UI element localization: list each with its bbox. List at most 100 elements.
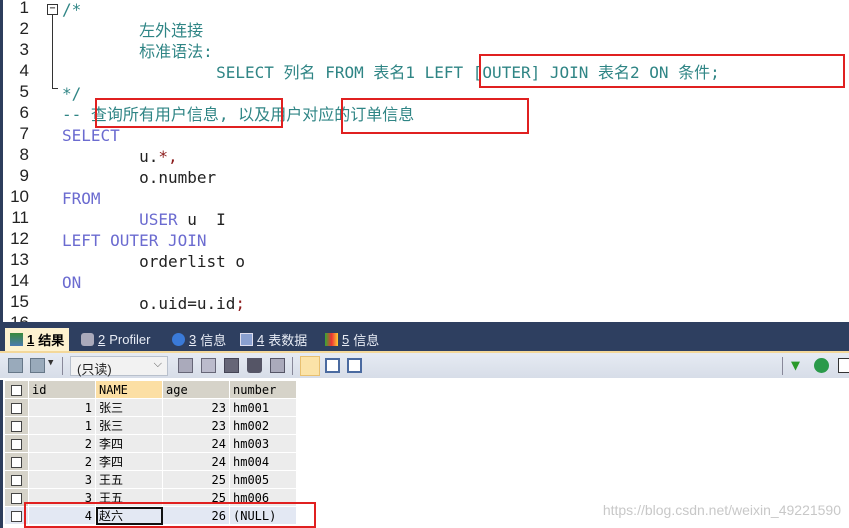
fold-line-end xyxy=(52,88,58,89)
cell-id[interactable]: 1 xyxy=(28,416,96,435)
column-header[interactable]: NAME xyxy=(95,380,163,399)
highlight-box-all-users xyxy=(95,98,283,128)
tab-number: 1 xyxy=(27,332,35,347)
cell-name[interactable]: 李四 xyxy=(95,452,163,471)
highlight-box-orders xyxy=(341,98,529,134)
divider xyxy=(62,357,63,375)
code-line-15: o.uid=u.id; xyxy=(62,293,245,314)
code-text: ; xyxy=(235,294,246,313)
tab-info-2[interactable]: 5 信息 xyxy=(320,328,384,351)
watermark: https://blog.csdn.net/weixin_49221590 xyxy=(602,502,841,518)
code-text: u I xyxy=(177,210,226,229)
divider xyxy=(292,357,293,375)
checkbox-icon[interactable] xyxy=(838,358,849,373)
grid-view-icon[interactable] xyxy=(300,356,320,376)
tab-label: Profiler xyxy=(109,332,151,347)
cell-number[interactable]: hm004 xyxy=(229,452,297,471)
fold-line xyxy=(52,14,53,88)
cell-number[interactable]: hm002 xyxy=(229,416,297,435)
column-header[interactable]: number xyxy=(229,380,297,399)
table-row[interactable]: 1 张三 23 hm001 xyxy=(4,398,297,417)
select-value: (只读) xyxy=(77,362,112,377)
column-header[interactable]: age xyxy=(162,380,230,399)
filter-icon[interactable]: ▼ xyxy=(791,358,806,373)
cell-id[interactable]: 1 xyxy=(28,398,96,417)
table-row[interactable]: 3 王五 25 hm005 xyxy=(4,470,297,489)
checkbox-icon xyxy=(11,402,22,414)
cell-name[interactable]: 张三 xyxy=(95,398,163,417)
cell-age[interactable]: 25 xyxy=(162,470,230,489)
code-line-9: o.number xyxy=(62,168,217,187)
tab-result[interactable]: 1 结果 xyxy=(5,328,70,351)
trash-icon[interactable] xyxy=(247,358,262,373)
tab-number: 4 xyxy=(257,332,265,347)
code-line-2: 左外连接 xyxy=(62,21,204,40)
line-number: 10 xyxy=(10,187,29,206)
column-header[interactable]: id xyxy=(28,380,96,399)
table-row[interactable]: 2 李四 24 hm004 xyxy=(4,452,297,471)
cancel-icon[interactable] xyxy=(270,358,285,373)
cell-age[interactable]: 24 xyxy=(162,452,230,471)
tab-table-data[interactable]: 4 表数据 xyxy=(235,328,312,351)
line-number: 6 xyxy=(19,103,29,122)
cell-id[interactable]: 3 xyxy=(28,470,96,489)
row-checkbox[interactable] xyxy=(4,434,29,453)
cell-age[interactable]: 23 xyxy=(162,398,230,417)
form-view-icon[interactable] xyxy=(325,358,340,373)
add-row-icon[interactable] xyxy=(178,358,193,373)
cell-id[interactable]: 2 xyxy=(28,452,96,471)
text-view-icon[interactable] xyxy=(347,358,362,373)
cell-id[interactable]: 2 xyxy=(28,434,96,453)
profiler-icon xyxy=(81,333,94,346)
sql-editor[interactable]: − 12345678910111213141516 /* 左外连接 标准语法: … xyxy=(0,0,849,322)
save-icon[interactable] xyxy=(224,358,239,373)
row-checkbox[interactable] xyxy=(4,452,29,471)
info2-icon xyxy=(325,333,338,346)
refresh-icon[interactable] xyxy=(814,358,829,373)
divider xyxy=(782,357,783,375)
line-number: 13 xyxy=(10,250,29,269)
code-line-14: ON xyxy=(62,273,82,292)
checkbox-icon xyxy=(11,384,22,396)
window-edge xyxy=(0,380,3,528)
cell-age[interactable]: 23 xyxy=(162,416,230,435)
checkbox-icon xyxy=(11,474,22,486)
import-icon[interactable] xyxy=(30,358,45,373)
tab-profiler[interactable]: 2 Profiler xyxy=(76,328,155,351)
duplicate-row-icon[interactable] xyxy=(201,358,216,373)
readonly-select[interactable]: (只读) ⌵ xyxy=(70,356,168,377)
code-text: -- xyxy=(62,105,91,124)
select-all-checkbox[interactable] xyxy=(4,380,29,399)
tab-label: 结果 xyxy=(38,333,65,348)
code-line-12: LEFT OUTER JOIN xyxy=(62,231,207,250)
tab-number: 5 xyxy=(342,332,350,347)
checkbox-icon xyxy=(11,456,22,468)
line-number: 14 xyxy=(10,271,29,290)
code-text: o.uid=u.id xyxy=(62,294,236,313)
export-icon[interactable] xyxy=(8,358,23,373)
cell-number[interactable]: hm003 xyxy=(229,434,297,453)
cell-number[interactable]: hm001 xyxy=(229,398,297,417)
line-number: 1 xyxy=(19,0,29,17)
table-row[interactable]: 2 李四 24 hm003 xyxy=(4,434,297,453)
line-number: 7 xyxy=(19,124,29,143)
line-number: 8 xyxy=(19,145,29,164)
row-checkbox[interactable] xyxy=(4,470,29,489)
cell-name[interactable]: 李四 xyxy=(95,434,163,453)
row-checkbox[interactable] xyxy=(4,398,29,417)
cell-number[interactable]: hm005 xyxy=(229,470,297,489)
tab-number: 3 xyxy=(189,332,197,347)
cell-age[interactable]: 24 xyxy=(162,434,230,453)
row-checkbox[interactable] xyxy=(4,416,29,435)
table-data-icon xyxy=(240,333,253,346)
line-number: 15 xyxy=(10,292,29,311)
tab-info[interactable]: 3 信息 xyxy=(167,328,231,351)
code-line-8: u.*, xyxy=(62,146,178,167)
line-number: 9 xyxy=(19,166,29,185)
cell-name[interactable]: 张三 xyxy=(95,416,163,435)
cell-name[interactable]: 王五 xyxy=(95,470,163,489)
result-panel: 1 结果 2 Profiler 3 信息 4 表数据 5 信息 ▼ (只读) ⌵ ▼ id … xyxy=(0,322,849,528)
chevron-down-icon[interactable]: ▼ xyxy=(48,358,56,373)
table-row[interactable]: 1 张三 23 hm002 xyxy=(4,416,297,435)
